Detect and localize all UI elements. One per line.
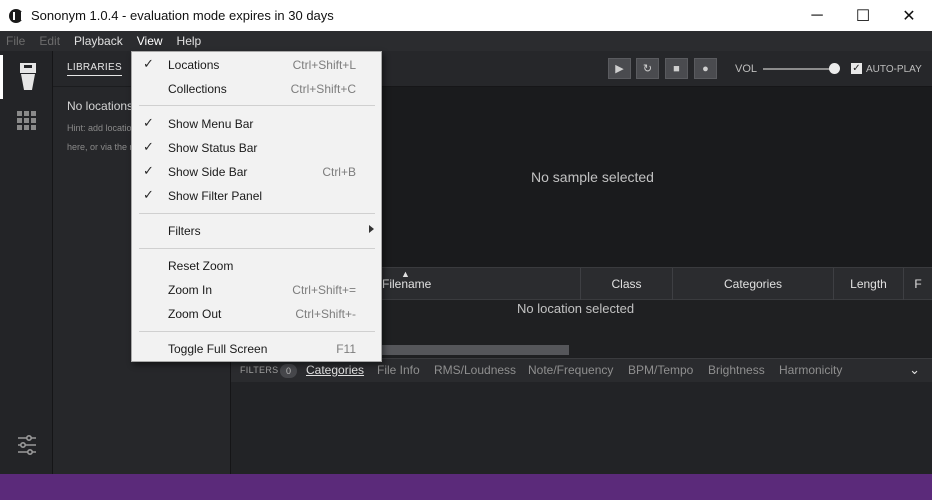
volume-label: VOL — [735, 63, 758, 75]
filter-tab-categories[interactable]: Categories — [306, 363, 364, 377]
filter-panel — [231, 382, 932, 474]
menu-item-shortcut: F11 — [336, 342, 356, 356]
window-controls: ─ ☐ ✕ — [794, 0, 932, 31]
volume-slider-thumb[interactable] — [829, 63, 840, 74]
no-sample-label: No sample selected — [531, 169, 654, 185]
menu-edit[interactable]: Edit — [39, 34, 60, 48]
no-location-label: No location selected — [517, 301, 635, 316]
column-filename[interactable]: Filename — [381, 268, 580, 300]
filter-tab-brightness[interactable]: Brightness — [708, 363, 765, 377]
menu-item-toggle-full-screen[interactable]: Toggle Full Screen F11 — [132, 337, 381, 361]
menu-playback[interactable]: Playback — [74, 34, 123, 48]
close-button[interactable]: ✕ — [886, 0, 932, 31]
no-locations-label: No locations — [67, 99, 134, 113]
menu-item-show-status-bar[interactable]: ✓ Show Status Bar — [132, 136, 381, 160]
menu-item-show-filter-panel[interactable]: ✓ Show Filter Panel — [132, 184, 381, 208]
filter-tab-rms-loudness[interactable]: RMS/Loudness — [434, 363, 516, 377]
menu-item-label: Zoom Out — [168, 307, 222, 321]
sliders-icon — [17, 434, 36, 456]
horizontal-scrollbar[interactable] — [351, 345, 569, 355]
filter-tab-harmonicity[interactable]: Harmonicity — [779, 363, 842, 377]
menu-view[interactable]: View — [137, 34, 163, 48]
menu-file[interactable]: File — [6, 34, 25, 48]
autoplay-label: AUTO-PLAY — [866, 64, 922, 75]
menu-item-label: Zoom In — [168, 283, 213, 297]
repeat-button[interactable]: ↻ — [636, 58, 659, 79]
menu-separator — [139, 248, 375, 249]
play-icon: ▶ — [615, 63, 624, 75]
menu-item-locations[interactable]: ✓ Locations Ctrl+Shift+L — [132, 53, 381, 77]
menu-item-filters[interactable]: Filters — [132, 219, 381, 243]
submenu-arrow-icon — [369, 225, 374, 233]
menu-help[interactable]: Help — [177, 34, 202, 48]
menu-item-show-side-bar[interactable]: ✓ Show Side Bar Ctrl+B — [132, 160, 381, 184]
grid-view-button[interactable] — [0, 99, 53, 143]
filter-tab-note-frequency[interactable]: Note/Frequency — [528, 363, 613, 377]
volume-slider[interactable] — [763, 68, 833, 70]
record-button[interactable]: ● — [694, 58, 717, 79]
menu-item-zoom-out[interactable]: Zoom Out Ctrl+Shift+- — [132, 302, 381, 326]
window-title: Sononym 1.0.4 - evaluation mode expires … — [31, 8, 334, 23]
minimize-button[interactable]: ─ — [794, 0, 840, 31]
menu-item-label: Show Status Bar — [168, 141, 258, 155]
menu-item-label: Reset Zoom — [168, 259, 234, 273]
maximize-button[interactable]: ☐ — [840, 0, 886, 31]
column-class[interactable]: Class — [580, 268, 672, 300]
filters-label: FILTERS — [240, 365, 279, 375]
play-button[interactable]: ▶ — [608, 58, 631, 79]
menu-item-label: Collections — [168, 82, 227, 96]
menu-item-label: Show Filter Panel — [168, 189, 263, 203]
menu-item-label: Filters — [168, 224, 201, 238]
menu-item-collections[interactable]: Collections Ctrl+Shift+C — [132, 77, 381, 101]
menu-item-shortcut: Ctrl+Shift+- — [295, 307, 356, 321]
status-bar — [0, 474, 932, 500]
stop-button[interactable]: ■ — [665, 58, 688, 79]
menu-item-label: Show Menu Bar — [168, 117, 254, 131]
menu-item-shortcut: Ctrl+Shift+= — [292, 283, 356, 297]
title-bar: Sononym 1.0.4 - evaluation mode expires … — [0, 0, 932, 31]
app-icon — [9, 8, 23, 23]
grid-icon — [16, 111, 36, 130]
settings-button[interactable] — [0, 423, 53, 467]
menu-item-label: Locations — [168, 58, 220, 72]
tab-libraries[interactable]: LIBRARIES — [67, 62, 122, 76]
check-icon: ✓ — [143, 115, 154, 130]
column-length[interactable]: Length — [833, 268, 903, 300]
library-view-button[interactable] — [0, 55, 53, 99]
menu-separator — [139, 213, 375, 214]
check-icon: ✓ — [143, 139, 154, 154]
record-icon: ● — [702, 62, 709, 75]
repeat-icon: ↻ — [642, 63, 653, 75]
check-icon: ✓ — [143, 56, 154, 71]
menu-item-label: Toggle Full Screen — [168, 342, 268, 356]
column-categories[interactable]: Categories — [672, 268, 833, 300]
autoplay-checkbox[interactable]: ✓ — [851, 63, 862, 74]
icon-sidebar — [0, 51, 53, 474]
menu-item-shortcut: Ctrl+Shift+C — [290, 82, 356, 96]
menu-item-reset-zoom[interactable]: Reset Zoom — [132, 254, 381, 278]
check-icon: ✓ — [143, 187, 154, 202]
view-menu-dropdown: ✓ Locations Ctrl+Shift+L Collections Ctr… — [131, 51, 382, 362]
menu-item-label: Show Side Bar — [168, 165, 248, 179]
menu-bar: File Edit Playback View Help — [0, 31, 932, 51]
menu-separator — [139, 105, 375, 106]
menu-item-shortcut: Ctrl+B — [322, 165, 356, 179]
chevron-down-icon[interactable]: ⌄ — [909, 362, 920, 378]
menu-item-zoom-in[interactable]: Zoom In Ctrl+Shift+= — [132, 278, 381, 302]
check-icon: ✓ — [143, 163, 154, 178]
filter-tab-file-info[interactable]: File Info — [377, 363, 420, 377]
stop-icon: ■ — [673, 62, 680, 75]
column-f[interactable]: F — [903, 268, 932, 300]
menu-item-show-menu-bar[interactable]: ✓ Show Menu Bar — [132, 112, 381, 136]
menu-item-shortcut: Ctrl+Shift+L — [292, 58, 356, 72]
filter-tab-bpm-tempo[interactable]: BPM/Tempo — [628, 363, 693, 377]
menu-separator — [139, 331, 375, 332]
filters-count-badge: 0 — [280, 364, 297, 378]
library-icon — [20, 63, 36, 90]
